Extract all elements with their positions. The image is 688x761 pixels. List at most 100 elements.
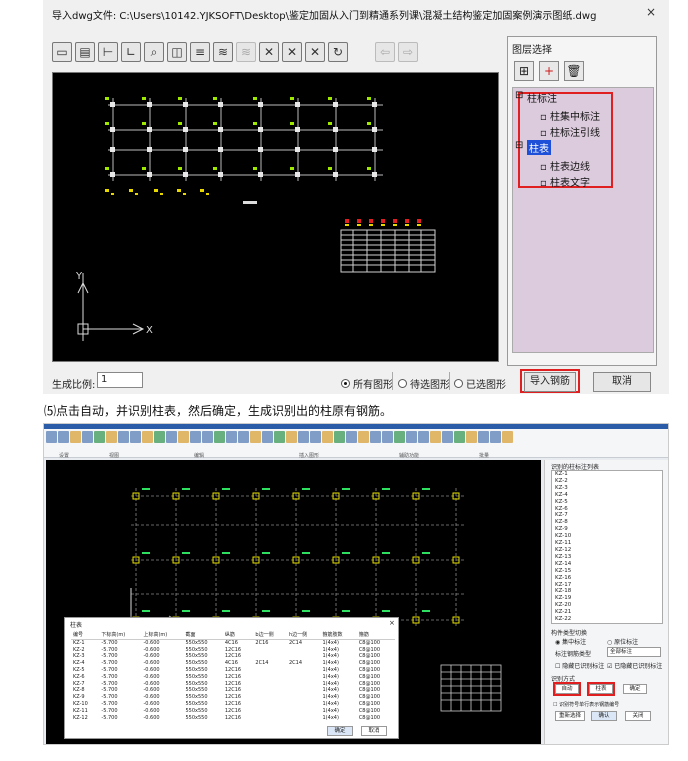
checkbox-hidden-recognized[interactable]: ☑ 已隐藏已识别标注 (607, 661, 662, 670)
list-item[interactable]: KZ-5 (552, 499, 662, 506)
ribbon-tool-icon[interactable] (430, 431, 441, 443)
table-row[interactable]: KZ-8 -5.700 -0.600 550x550 12C16 1(4x4) C8@100 (71, 687, 395, 694)
list-item[interactable]: KZ-20 (552, 602, 662, 609)
tree-node-table-text[interactable]: ▫ 柱表文字 (540, 174, 590, 189)
list-item[interactable]: KZ-21 (552, 609, 662, 616)
ribbon-tool-icon[interactable] (202, 431, 213, 443)
cube-icon[interactable]: ◫ (167, 42, 187, 62)
table-row[interactable]: KZ-3 -5.700 -0.600 550x550 12C16 1(4x4) C8@100 (71, 653, 395, 660)
table-row[interactable]: KZ-12 -5.700 -0.600 550x550 12C16 1(4x4) C8@10… (71, 715, 395, 722)
ribbon-tool-icon[interactable] (46, 431, 57, 443)
list-item[interactable]: KZ-7 (552, 512, 662, 519)
ribbon-tool-icon[interactable] (274, 431, 285, 443)
radio-in-place[interactable]: ○ 原位标注 (607, 637, 638, 646)
measure-icon[interactable]: ⊢ (98, 42, 118, 62)
ribbon-tool-icon[interactable] (118, 431, 129, 443)
radio-selected-shapes[interactable]: 已选图形 (454, 376, 506, 391)
list-item[interactable]: KZ-15 (552, 568, 662, 575)
delete-cross-c-icon[interactable]: ✕ (305, 42, 325, 62)
scale-input[interactable]: 1 (97, 372, 143, 388)
ribbon-tool-icon[interactable] (94, 431, 105, 443)
ribbon-tool-icon[interactable] (322, 431, 333, 443)
auto-button[interactable]: 自动 (555, 684, 579, 694)
layer-hide-icon[interactable]: ≋ (236, 42, 256, 62)
layer-filter-icon[interactable]: ≋ (213, 42, 233, 62)
list-item[interactable]: KZ-17 (552, 582, 662, 589)
layer-select-icon[interactable]: ≡ (190, 42, 210, 62)
ribbon-tool-icon[interactable] (298, 431, 309, 443)
undo-icon[interactable]: ⇦ (375, 42, 395, 62)
ribbon-tool-icon[interactable] (418, 431, 429, 443)
checkbox-single-line[interactable]: ☐ 识别符号单行表示钢筋编号 (553, 701, 619, 708)
ribbon-tool-icon[interactable] (478, 431, 489, 443)
table-row[interactable]: KZ-11 -5.700 -0.600 550x550 12C16 1(4x4) C8@10… (71, 708, 395, 715)
ribbon-tool-icon[interactable] (226, 431, 237, 443)
delete-cross-b-icon[interactable]: ✕ (282, 42, 302, 62)
cancel-button[interactable]: 取消 (593, 372, 651, 392)
tree-node-table-border[interactable]: ▫ 柱表边线 (540, 158, 590, 173)
ribbon-tool-icon[interactable] (310, 431, 321, 443)
ribbon-tool-icon[interactable] (334, 431, 345, 443)
ribbon-tool-icon[interactable] (82, 431, 93, 443)
window-icon[interactable]: ▤ (75, 42, 95, 62)
ribbon-tool-icon[interactable] (166, 431, 177, 443)
table-row[interactable]: KZ-9 -5.700 -0.600 550x550 12C16 1(4x4) C8@100 (71, 694, 395, 701)
list-item[interactable]: KZ-10 (552, 533, 662, 540)
table-row[interactable]: KZ-6 -5.700 -0.600 550x550 12C16 1(4x4) C8@100 (71, 674, 395, 681)
list-item[interactable]: KZ-8 (552, 519, 662, 526)
table-row[interactable]: KZ-5 -5.700 -0.600 550x550 12C16 1(4x4) C8@100 (71, 667, 395, 674)
table-row[interactable]: KZ-2 -5.700 -0.600 550x550 12C16 1(4x4) C8@100 (71, 647, 395, 654)
close-button[interactable]: 关闭 (625, 711, 651, 721)
table-row[interactable]: KZ-4 -5.700 -0.600 550x550 4C16 2C14 2C14 1(4x4… (71, 660, 395, 667)
tree-node-column-leader[interactable]: ▫ 柱标注引线 (540, 124, 600, 139)
dwg-canvas[interactable]: Y X (52, 72, 499, 362)
ribbon-tool-icon[interactable] (70, 431, 81, 443)
column-table-button[interactable]: 柱表 (589, 684, 613, 694)
ribbon-tool-icon[interactable] (262, 431, 273, 443)
checkbox-hide-recognized[interactable]: ☐ 隐藏已识别标注 (555, 661, 604, 670)
table-row[interactable]: KZ-10 -5.700 -0.600 550x550 12C16 1(4x4) C8@10… (71, 701, 395, 708)
delete-cross-icon[interactable]: ✕ (259, 42, 279, 62)
ribbon-tool-icon[interactable] (106, 431, 117, 443)
ribbon-tool-icon[interactable] (238, 431, 249, 443)
list-item[interactable]: KZ-6 (552, 506, 662, 513)
ribbon-tool-icon[interactable] (394, 431, 405, 443)
close-icon[interactable]: × (389, 619, 395, 627)
ribbon-tool-icon[interactable] (502, 431, 513, 443)
ribbon-tool-icon[interactable] (490, 431, 501, 443)
ribbon-tool-icon[interactable] (154, 431, 165, 443)
radio-centralized[interactable]: ◉ 集中标注 (555, 637, 586, 646)
confirm-button[interactable]: 确认 (591, 711, 617, 721)
list-item[interactable]: KZ-19 (552, 595, 662, 602)
table-cancel-button[interactable]: 取消 (361, 726, 387, 736)
ribbon-tool-icon[interactable] (250, 431, 261, 443)
table-row[interactable]: KZ-1 -5.700 -0.600 550x550 4C16 2C16 2C14 1(4x4… (71, 639, 395, 646)
radio-pending-shapes[interactable]: 待选图形 (398, 376, 450, 391)
list-item[interactable]: KZ-2 (552, 478, 662, 485)
list-item[interactable]: KZ-14 (552, 561, 662, 568)
ribbon-tool-icon[interactable] (142, 431, 153, 443)
list-item[interactable]: KZ-9 (552, 526, 662, 533)
list-item[interactable]: KZ-12 (552, 547, 662, 554)
ribbon-tool-icon[interactable] (286, 431, 297, 443)
ribbon-tool-icon[interactable] (406, 431, 417, 443)
layer-pick-icon[interactable]: ⊞ (514, 61, 534, 81)
ribbon-tool-icon[interactable] (442, 431, 453, 443)
open-folder-icon[interactable]: ▭ (52, 42, 72, 62)
ribbon-tool-icon[interactable] (190, 431, 201, 443)
redo-icon[interactable]: ⇨ (398, 42, 418, 62)
coordinate-icon[interactable]: ∟ (121, 42, 141, 62)
tree-expander-icon[interactable]: ⊟ (515, 140, 523, 151)
ribbon-tool-icon[interactable] (466, 431, 477, 443)
import-rebar-button[interactable]: 导入钢筋 (524, 372, 576, 392)
list-item[interactable]: KZ-16 (552, 575, 662, 582)
ribbon-tool-icon[interactable] (454, 431, 465, 443)
add-icon[interactable]: + (539, 61, 559, 81)
ribbon-tool-icon[interactable] (130, 431, 141, 443)
list-item[interactable]: KZ-3 (552, 485, 662, 492)
ribbon-tool-icon[interactable] (370, 431, 381, 443)
ribbon-tool-icon[interactable] (358, 431, 369, 443)
ribbon-tool-icon[interactable] (346, 431, 357, 443)
table-ok-button[interactable]: 确定 (327, 726, 353, 736)
list-item[interactable]: KZ-22 (552, 616, 662, 623)
